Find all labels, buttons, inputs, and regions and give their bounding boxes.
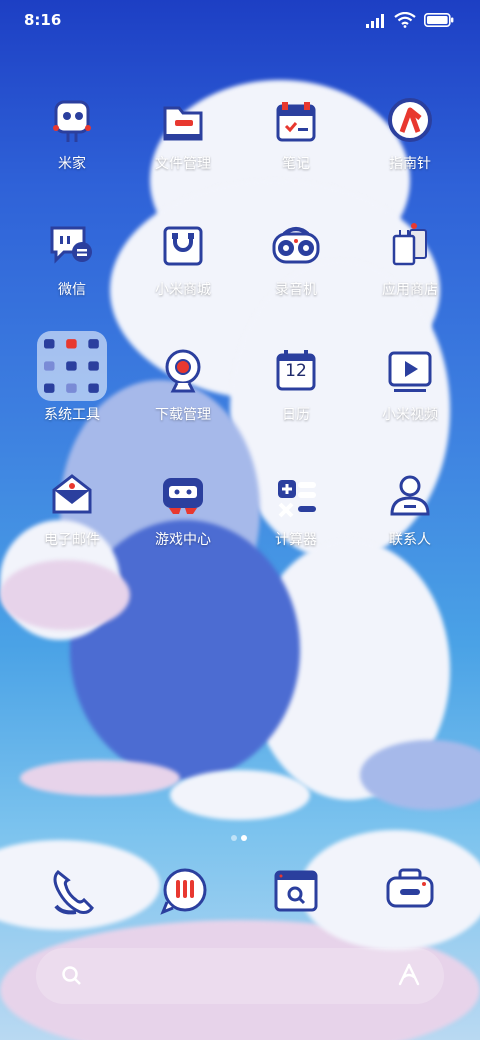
app-label: 指南针	[389, 156, 431, 172]
mijia-robot-icon	[53, 100, 91, 142]
status-time: 8:16	[24, 11, 62, 29]
app-calendar[interactable]: 12 日历	[241, 343, 351, 453]
camera-icon	[386, 868, 434, 908]
app-label: 笔记	[282, 156, 310, 172]
calendar-icon: 12	[266, 343, 326, 403]
app-recorder[interactable]: 录音机	[241, 218, 351, 328]
game-controller-icon	[163, 478, 203, 514]
app-compass[interactable]: 指南针	[355, 92, 465, 202]
folder-system-tools[interactable]: 系统工具	[17, 331, 127, 453]
recorder-icon	[272, 227, 320, 264]
app-label: 游戏中心	[155, 532, 211, 548]
calendar-day: 12	[285, 361, 307, 381]
search-icon[interactable]	[60, 964, 84, 988]
app-label: 下载管理	[155, 407, 211, 423]
battery-icon	[424, 13, 454, 27]
chat-bubble-icon	[50, 226, 92, 264]
app-file-manager[interactable]: 文件管理	[128, 92, 238, 202]
app-contacts[interactable]: 联系人	[355, 468, 465, 578]
app-label: 录音机	[275, 282, 317, 298]
app-mijia[interactable]: 米家	[17, 92, 127, 202]
assistant-icon[interactable]	[396, 962, 422, 988]
app-app-store[interactable]: 应用商店	[355, 218, 465, 328]
contact-person-icon	[390, 475, 430, 516]
app-label: 日历	[282, 407, 310, 423]
video-play-icon	[388, 351, 432, 392]
folder-icon	[163, 106, 203, 141]
wifi-icon	[394, 12, 416, 28]
app-wechat[interactable]: 微信	[17, 218, 127, 328]
search-bar[interactable]	[36, 948, 444, 1004]
folder-grid-icon	[37, 331, 107, 401]
app-label: 小米视频	[382, 407, 438, 423]
mail-envelope-icon	[52, 474, 92, 514]
cellular-signal-icon	[366, 14, 384, 28]
app-notes[interactable]: 笔记	[241, 92, 351, 202]
app-calculator[interactable]: 计算器	[241, 468, 351, 578]
app-store-bags-icon	[392, 223, 427, 266]
shopping-bag-icon	[163, 226, 203, 266]
notes-icon	[276, 102, 316, 142]
compass-icon	[388, 98, 432, 142]
status-bar: 8:16	[0, 0, 480, 40]
app-label: 文件管理	[155, 156, 211, 172]
page-dot-active	[241, 835, 247, 841]
app-download-manager[interactable]: 下载管理	[128, 343, 238, 453]
dock-phone[interactable]	[17, 862, 127, 922]
app-game-center[interactable]: 游戏中心	[128, 468, 238, 578]
dock-camera[interactable]	[355, 862, 465, 922]
download-camera-icon	[165, 349, 201, 393]
dock-messages[interactable]	[128, 862, 238, 922]
message-bubble-icon	[160, 868, 207, 915]
app-label: 电子邮件	[44, 532, 100, 548]
browser-search-icon	[274, 870, 318, 912]
dock-browser[interactable]	[241, 862, 351, 922]
app-mi-store[interactable]: 小米商城	[128, 218, 238, 328]
app-label: 计算器	[275, 532, 317, 548]
app-label: 小米商城	[155, 282, 211, 298]
app-email[interactable]: 电子邮件	[17, 468, 127, 578]
phone-icon	[53, 869, 94, 915]
app-label: 米家	[58, 156, 86, 172]
page-indicator	[229, 826, 251, 841]
app-label: 应用商店	[382, 282, 438, 298]
calculator-icon	[278, 480, 316, 518]
app-label: 系统工具	[44, 407, 100, 423]
page-dot	[231, 835, 237, 841]
app-label: 联系人	[389, 532, 431, 548]
app-label: 微信	[58, 282, 86, 298]
app-mi-video[interactable]: 小米视频	[355, 343, 465, 453]
